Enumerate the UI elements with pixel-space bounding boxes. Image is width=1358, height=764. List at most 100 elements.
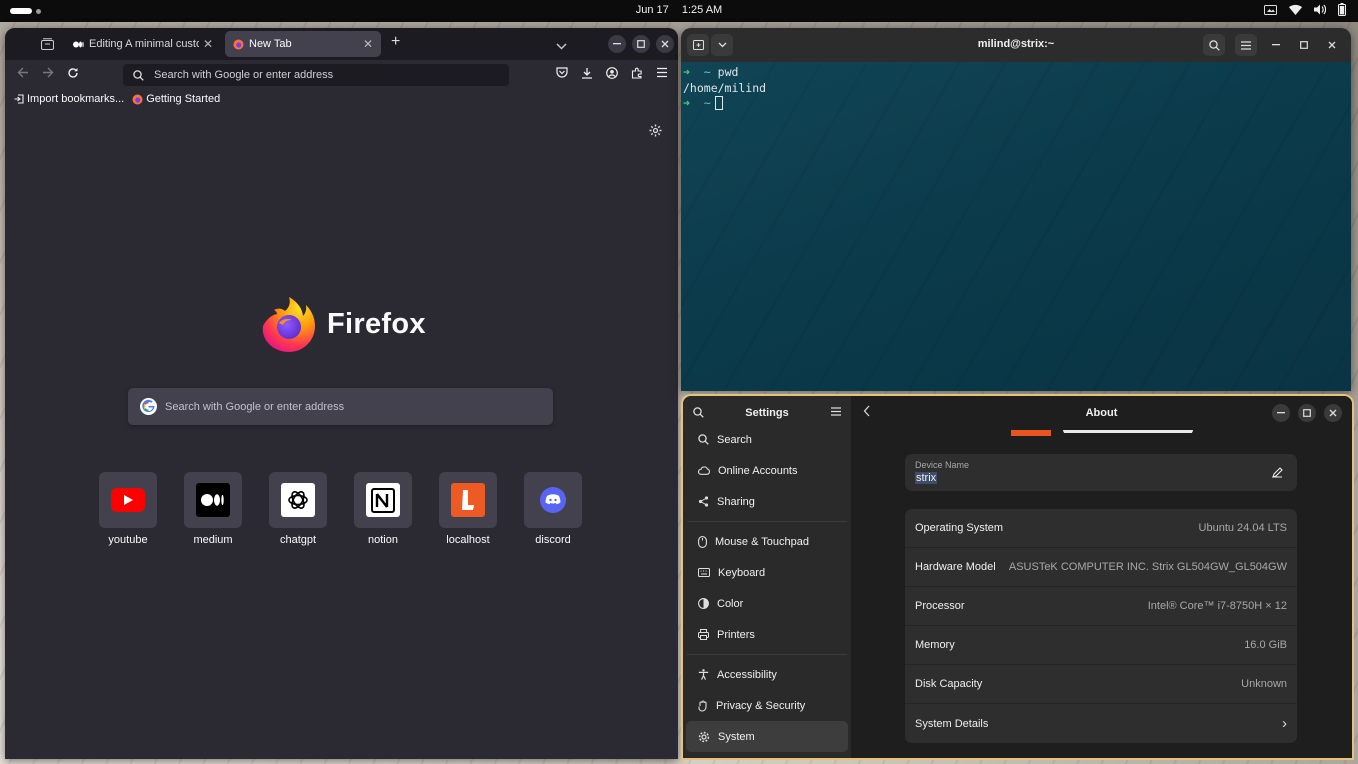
shortcut-notion[interactable]: notion bbox=[354, 472, 412, 546]
device-name-value[interactable]: strix bbox=[915, 472, 938, 484]
extensions-icon[interactable] bbox=[631, 67, 643, 79]
forward-arrow-icon[interactable] bbox=[42, 67, 54, 78]
tab-editing[interactable]: Editing A minimal custom ✕ bbox=[65, 31, 221, 57]
pencil-icon[interactable] bbox=[1272, 467, 1283, 478]
firefox-favicon bbox=[132, 94, 143, 104]
minimize-button[interactable] bbox=[1267, 36, 1285, 54]
import-icon bbox=[14, 94, 24, 104]
tab-close-icon[interactable]: ✕ bbox=[203, 37, 213, 51]
firefox-logo: Firefox bbox=[259, 294, 426, 354]
terminal-menu-button[interactable] bbox=[1235, 34, 1257, 56]
volume-icon bbox=[1314, 4, 1326, 15]
clock-date: Jun 17 bbox=[635, 4, 669, 16]
bookmark-import[interactable]: Import bookmarks... bbox=[14, 93, 124, 105]
toolbar-icons bbox=[556, 67, 668, 79]
menu-icon[interactable] bbox=[656, 67, 668, 78]
minimize-button[interactable] bbox=[608, 35, 626, 53]
sidebar-item-label: System bbox=[718, 730, 755, 743]
back-arrow-icon[interactable] bbox=[17, 67, 29, 78]
shortcut-medium[interactable]: medium bbox=[184, 472, 242, 546]
close-button[interactable] bbox=[1324, 404, 1342, 422]
nav-toolbar: Search with Google or enter address bbox=[5, 60, 678, 90]
ubuntu-wordmark-peek bbox=[1063, 430, 1193, 434]
sidebar-item-label: Online Accounts bbox=[718, 464, 798, 477]
info-row-system-details[interactable]: System Details › bbox=[905, 704, 1297, 743]
hand-icon bbox=[698, 699, 707, 712]
about-header: About bbox=[851, 396, 1352, 430]
terminal-window: milind@strix:~ ➜ ~ pwd /home/milind ➜ ~ bbox=[681, 28, 1351, 391]
shortcut-label: chatgpt bbox=[279, 534, 317, 546]
wifi-icon bbox=[1289, 4, 1302, 15]
hamburger-icon bbox=[1241, 40, 1251, 50]
bookmarks-toolbar: Import bookmarks... Getting Started bbox=[5, 90, 678, 108]
firefox-logo-icon bbox=[262, 297, 315, 352]
sidebar-item-label: Privacy & Security bbox=[716, 699, 806, 712]
sidebar-item-sharing[interactable]: Sharing bbox=[686, 486, 848, 517]
maximize-button[interactable] bbox=[1295, 36, 1313, 54]
device-name-field[interactable]: Device Name strix bbox=[905, 454, 1297, 491]
shortcut-discord[interactable]: discord bbox=[524, 472, 582, 546]
terminal-line: /home/milind bbox=[683, 80, 767, 95]
new-tab-plus-icon[interactable]: + bbox=[391, 33, 400, 51]
top-bar: Jun 17 1:25 AM bbox=[0, 0, 1358, 22]
sidebar-item-label: Sharing bbox=[717, 495, 755, 508]
sidebar-item-system[interactable]: System bbox=[686, 721, 848, 752]
info-row-hardware-model: Hardware Model ASUSTeK COMPUTER INC. Stri… bbox=[905, 548, 1297, 587]
shortcut-label: localhost bbox=[446, 534, 490, 546]
sidebar-item-online-accounts[interactable]: Online Accounts bbox=[686, 455, 848, 486]
settings-sidebar: Settings Search Online Accounts Sharing … bbox=[683, 396, 851, 758]
youtube-icon bbox=[111, 488, 145, 512]
system-tray[interactable] bbox=[1264, 3, 1346, 16]
info-row-processor: Processor Intel® Core™ i7-8750H × 12 bbox=[905, 587, 1297, 626]
tab-title: New Tab bbox=[249, 38, 292, 50]
sidebar-item-label: Printers bbox=[717, 628, 755, 641]
hamburger-icon[interactable] bbox=[831, 407, 841, 416]
shortcut-label: youtube bbox=[108, 534, 148, 546]
maximize-button[interactable] bbox=[1298, 404, 1316, 422]
pocket-icon[interactable] bbox=[556, 67, 568, 78]
bookmark-getting-started[interactable]: Getting Started bbox=[132, 93, 220, 105]
download-icon[interactable] bbox=[581, 67, 593, 79]
tab-title: Editing A minimal custom bbox=[89, 38, 199, 50]
system-info-list: Operating System Ubuntu 24.04 LTS Hardwar… bbox=[905, 509, 1297, 743]
shortcut-youtube[interactable]: youtube bbox=[99, 472, 157, 546]
url-bar[interactable]: Search with Google or enter address bbox=[123, 64, 509, 86]
sidebar-divider bbox=[687, 654, 847, 655]
chevron-right-icon: › bbox=[1282, 715, 1287, 732]
reload-icon[interactable] bbox=[67, 67, 79, 79]
maximize-button[interactable] bbox=[632, 35, 650, 53]
sidebar-divider bbox=[687, 521, 847, 522]
gear-icon[interactable] bbox=[649, 124, 662, 137]
terminal-output[interactable]: ➜ ~ pwd /home/milind ➜ ~ bbox=[681, 62, 1351, 391]
terminal-header: milind@strix:~ bbox=[681, 28, 1351, 62]
tab-new-tab[interactable]: New Tab ✕ bbox=[225, 31, 381, 57]
sidebar-item-privacy-security[interactable]: Privacy & Security bbox=[686, 690, 848, 721]
list-all-tabs-chevron-icon[interactable] bbox=[556, 37, 567, 55]
close-button[interactable] bbox=[1323, 36, 1341, 54]
sidebar-item-printers[interactable]: Printers bbox=[686, 619, 848, 650]
shortcut-label: discord bbox=[535, 534, 571, 546]
sidebar-item-mouse-touchpad[interactable]: Mouse & Touchpad bbox=[686, 526, 848, 557]
shortcut-localhost[interactable]: localhost bbox=[439, 472, 497, 546]
terminal-line: ➜ ~ pwd bbox=[683, 65, 739, 79]
ubuntu-logo bbox=[1011, 430, 1051, 436]
terminal-search-button[interactable] bbox=[1203, 34, 1225, 56]
sidebar-item-accessibility[interactable]: Accessibility bbox=[686, 659, 848, 690]
firefox-view-icon[interactable] bbox=[41, 37, 54, 55]
sidebar-item-keyboard[interactable]: Keyboard bbox=[686, 557, 848, 588]
url-placeholder: Search with Google or enter address bbox=[154, 69, 334, 81]
minimize-button[interactable] bbox=[1272, 404, 1290, 422]
page-search-input[interactable]: Search with Google or enter address bbox=[128, 388, 553, 425]
firefox-window: Editing A minimal custom ✕ New Tab ✕ + S… bbox=[5, 28, 678, 759]
shortcut-chatgpt[interactable]: chatgpt bbox=[269, 472, 327, 546]
clock[interactable]: Jun 17 1:25 AM bbox=[0, 4, 1358, 16]
close-button[interactable] bbox=[656, 35, 674, 53]
system-gear-icon bbox=[698, 731, 710, 742]
account-icon[interactable] bbox=[606, 67, 618, 79]
tab-close-icon[interactable]: ✕ bbox=[363, 37, 373, 51]
medium-favicon bbox=[73, 41, 84, 47]
sidebar-item-color[interactable]: Color bbox=[686, 588, 848, 619]
search-icon bbox=[698, 434, 709, 445]
search-icon bbox=[1208, 39, 1220, 51]
accessibility-icon bbox=[698, 669, 709, 680]
